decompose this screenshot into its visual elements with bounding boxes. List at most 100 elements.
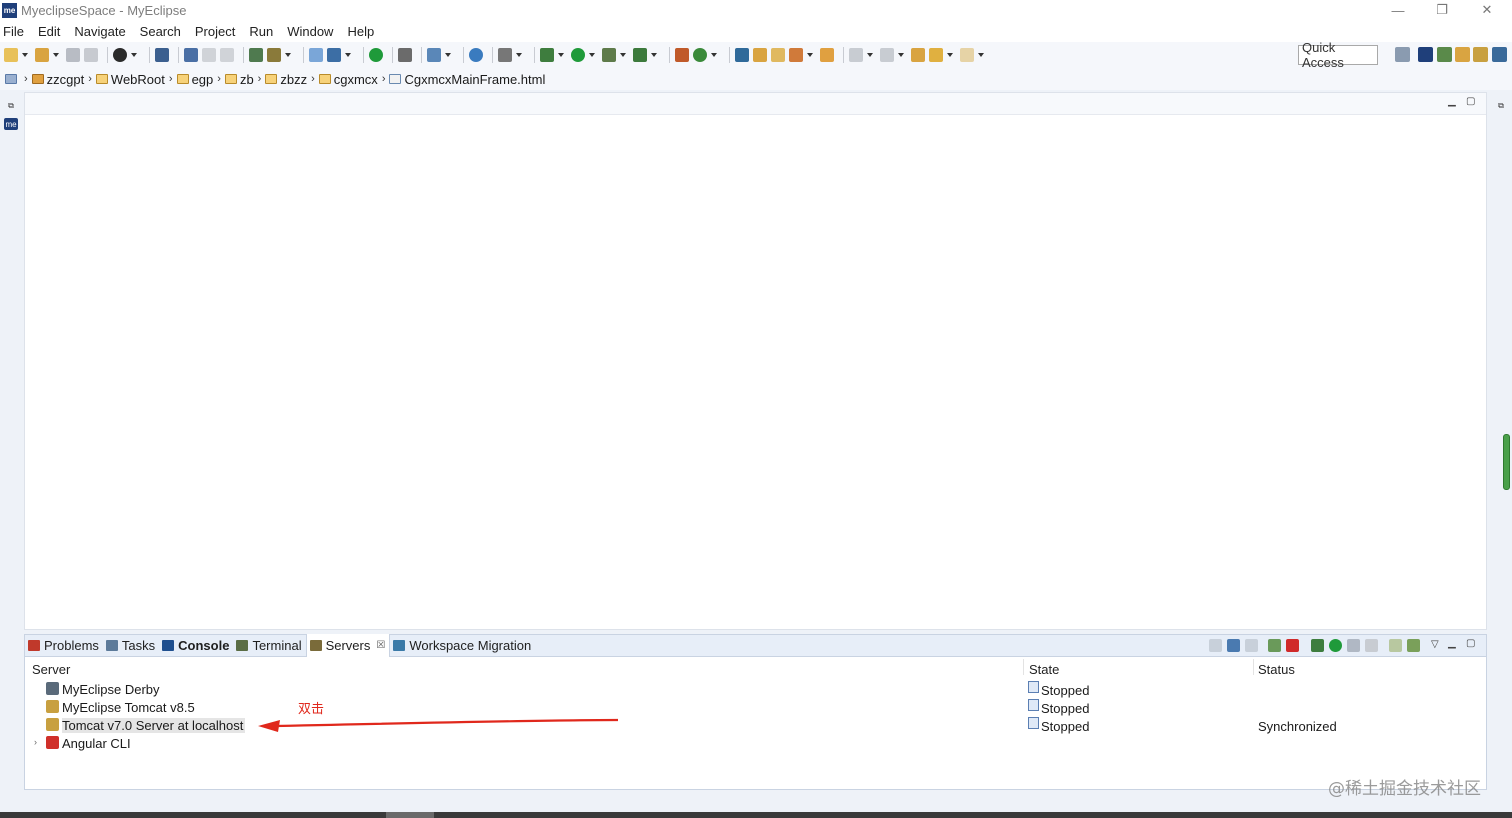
menu-window[interactable]: Window	[287, 24, 333, 39]
launch-icon[interactable]	[789, 48, 803, 62]
restore-view-icon[interactable]: ⧉	[4, 100, 18, 112]
menu-help[interactable]: Help	[347, 24, 374, 39]
open-type-icon[interactable]	[735, 48, 749, 62]
open-task-icon[interactable]	[820, 48, 834, 62]
forward-dropdown-icon[interactable]	[978, 53, 984, 57]
team-perspective-icon[interactable]	[1473, 47, 1488, 62]
quick-access-input[interactable]: Quick Access	[1298, 40, 1378, 70]
link-editor-icon[interactable]	[1227, 639, 1240, 652]
forward-icon[interactable]	[960, 48, 974, 62]
table-row-selected[interactable]: Tomcat v7.0 Server at localhost Stopped …	[25, 716, 1485, 734]
save-icon[interactable]	[66, 48, 80, 62]
menu-file[interactable]: File	[3, 24, 24, 39]
overview-ruler-indicator[interactable]	[1503, 434, 1510, 490]
menu-project[interactable]: Project	[195, 24, 235, 39]
myeclipse-view-icon[interactable]: me	[4, 118, 18, 130]
camera-dropdown-icon[interactable]	[516, 53, 522, 57]
launch-dropdown-icon[interactable]	[807, 53, 813, 57]
pointer-icon[interactable]	[184, 48, 198, 62]
column-header-server[interactable]: Server	[32, 662, 70, 677]
profile-icon[interactable]	[113, 48, 127, 62]
delete-server-icon[interactable]	[1286, 639, 1299, 652]
new-server-icon[interactable]	[1268, 639, 1281, 652]
toggle-mark-icon[interactable]	[309, 48, 323, 62]
search-web-icon[interactable]	[427, 48, 441, 62]
breadcrumb-item-zb[interactable]: zb	[240, 72, 254, 87]
back-dropdown-icon[interactable]	[947, 53, 953, 57]
table-row[interactable]: MyEclipse Derby Stopped	[25, 680, 1485, 698]
package-icon[interactable]	[675, 48, 689, 62]
search-web-dropdown-icon[interactable]	[445, 53, 451, 57]
record-icon[interactable]	[369, 48, 383, 62]
tab-console[interactable]: Console	[159, 635, 233, 657]
terminal-toolbar-icon[interactable]	[155, 48, 169, 62]
new-class-icon[interactable]	[693, 48, 707, 62]
restore-button[interactable]: ❐	[1419, 0, 1465, 20]
layout-icon[interactable]	[398, 48, 412, 62]
java-perspective-icon[interactable]	[1455, 47, 1470, 62]
close-tab-icon[interactable]: ☒	[376, 640, 385, 651]
panel-minimize-icon[interactable]: ▁	[1448, 638, 1456, 649]
grid-dropdown-icon[interactable]	[345, 53, 351, 57]
debug-server-icon[interactable]	[1311, 639, 1324, 652]
run-icon[interactable]	[571, 48, 585, 62]
open-resource-icon[interactable]	[771, 48, 785, 62]
myeclipse-perspective-icon[interactable]	[1418, 47, 1433, 62]
restore-right-view-icon[interactable]: ⧉	[1494, 100, 1508, 112]
profile-server-icon[interactable]	[1347, 639, 1360, 652]
column-separator[interactable]	[1023, 659, 1024, 675]
server-toolbar-icon[interactable]	[267, 48, 281, 62]
tab-terminal[interactable]: Terminal	[233, 635, 305, 657]
menu-navigate[interactable]: Navigate	[74, 24, 125, 39]
open-perspective-icon[interactable]	[1395, 47, 1410, 62]
tab-tasks[interactable]: Tasks	[103, 635, 159, 657]
table-row[interactable]: MyEclipse Tomcat v8.5 Stopped	[25, 698, 1485, 716]
stop-server-icon[interactable]	[1365, 639, 1378, 652]
menu-search[interactable]: Search	[140, 24, 181, 39]
breadcrumb-item-file[interactable]: CgxmcxMainFrame.html	[404, 72, 545, 87]
debug-dropdown-icon[interactable]	[558, 53, 564, 57]
breadcrumb-root-icon[interactable]	[5, 74, 17, 84]
coverage-dropdown-icon[interactable]	[620, 53, 626, 57]
view-menu-icon[interactable]: ▽	[1431, 639, 1439, 650]
breadcrumb-item-webroot[interactable]: WebRoot	[111, 72, 165, 87]
start-server-icon[interactable]	[1329, 639, 1342, 652]
deploy-icon[interactable]	[249, 48, 263, 62]
debug-perspective-icon[interactable]	[1437, 47, 1452, 62]
server-dropdown-icon[interactable]	[285, 53, 291, 57]
breadcrumb-item-zbzz[interactable]: zbzz	[280, 72, 307, 87]
column-header-status[interactable]: Status	[1258, 662, 1295, 677]
previous-annotation-dropdown-icon[interactable]	[898, 53, 904, 57]
breadcrumb-item-zzcgpt[interactable]: zzcgpt	[47, 72, 85, 87]
last-edit-icon[interactable]	[911, 48, 925, 62]
grid-icon[interactable]	[327, 48, 341, 62]
collapse-all-icon[interactable]	[1209, 639, 1222, 652]
next-annotation-dropdown-icon[interactable]	[867, 53, 873, 57]
external-tools-icon[interactable]	[633, 48, 647, 62]
clean-icon[interactable]	[1407, 639, 1420, 652]
breadcrumb-item-cgxmcx[interactable]: cgxmcx	[334, 72, 378, 87]
editor-minimize-icon[interactable]: ▁	[1448, 96, 1456, 107]
panel-maximize-icon[interactable]: ▢	[1466, 638, 1475, 649]
camera-icon[interactable]	[498, 48, 512, 62]
undo-icon[interactable]	[202, 48, 216, 62]
tab-workspace-migration[interactable]: Workspace Migration	[390, 635, 535, 657]
menu-run[interactable]: Run	[249, 24, 273, 39]
breadcrumb-item-egp[interactable]: egp	[192, 72, 214, 87]
expand-all-icon[interactable]	[1245, 639, 1258, 652]
open-icon[interactable]	[35, 48, 49, 62]
new-dropdown-icon[interactable]	[22, 53, 28, 57]
taskbar-item[interactable]	[386, 812, 434, 818]
tab-servers[interactable]: Servers ☒	[305, 634, 391, 657]
debug-icon[interactable]	[540, 48, 554, 62]
run-dropdown-icon[interactable]	[589, 53, 595, 57]
new-icon[interactable]	[4, 48, 18, 62]
editor-area[interactable]: ▁ ▢	[24, 92, 1487, 630]
next-annotation-icon[interactable]	[849, 48, 863, 62]
redo-icon[interactable]	[220, 48, 234, 62]
tab-problems[interactable]: Problems	[25, 635, 103, 657]
database-perspective-icon[interactable]	[1492, 47, 1507, 62]
minimize-button[interactable]: —	[1375, 0, 1421, 20]
close-button[interactable]: ✕	[1464, 0, 1510, 20]
editor-maximize-icon[interactable]: ▢	[1466, 96, 1475, 107]
